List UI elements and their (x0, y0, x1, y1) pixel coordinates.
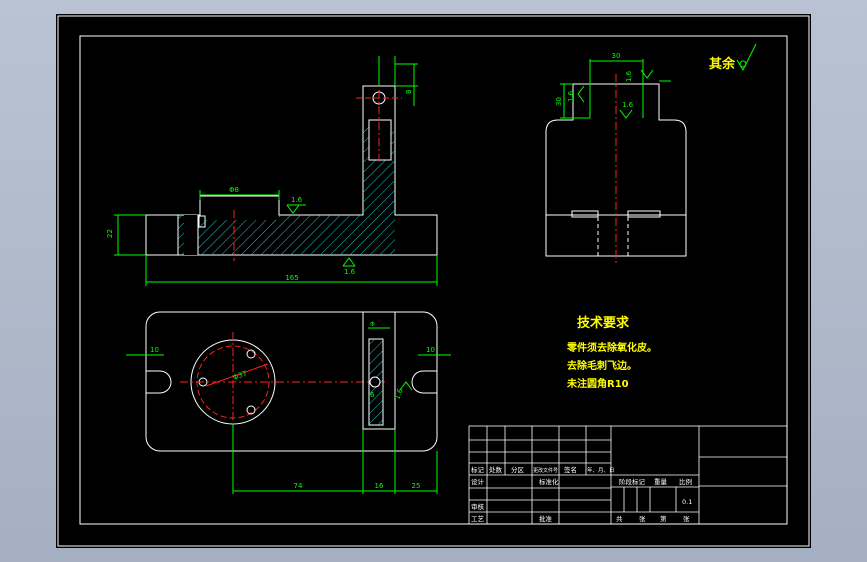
tech-requirements: 技术要求 零件须去除氧化皮。 去除毛刺飞边。 未注圆角R10 (566, 315, 657, 390)
tb-standard: 标准化 (539, 477, 559, 486)
dim-6: 6 (370, 391, 375, 399)
dim-side-width: 30 (612, 52, 621, 60)
roughness-value-2: 1.6 (344, 268, 356, 276)
surface-note-text: 其余 (709, 56, 736, 72)
side-roughness-a: 1.6 (567, 90, 575, 102)
dim-plan-slot: 10 (150, 346, 159, 354)
tb-weight: 重量 (654, 478, 668, 486)
drawing-sheet: Φ8 1.6 22 165 1.6 8 30 30 1.6 1.6 1.6 其余… (57, 15, 810, 547)
side-roughness-b: 1.6 (625, 70, 633, 82)
roughness-value: 1.6 (291, 196, 303, 204)
side-view: 30 30 1.6 1.6 1.6 (545, 52, 687, 266)
tb-mark: 标记 (471, 465, 485, 474)
dim-16: 16 (375, 482, 384, 490)
dim-plan-slot-r: 10 (426, 346, 435, 354)
cad-drawing-viewport[interactable]: Φ8 1.6 22 165 1.6 8 30 30 1.6 1.6 1.6 其余… (56, 14, 811, 548)
tb-sign: 签名 (564, 465, 577, 474)
tb-review: 审核 (471, 502, 485, 511)
title-block-text: 标记 处数 分区 更改文件号 签名 年、月、日 设计 标准化 阶段标记 重量 比… (471, 465, 692, 523)
dim-slot: 8 (405, 90, 413, 94)
dim-25: 25 (412, 482, 421, 490)
outer-border (57, 15, 810, 547)
tb-scale-value: 0.1 (682, 498, 692, 506)
tb-approve: 批准 (539, 514, 553, 523)
dim-height: 22 (106, 229, 114, 238)
section-hatch (178, 124, 395, 255)
tb-process: 工艺 (471, 515, 485, 523)
tb-sheet: 张 (639, 514, 646, 523)
tech-req-title: 技术要求 (577, 315, 630, 331)
title-block (468, 425, 788, 525)
tb-count: 处数 (489, 465, 503, 474)
plan-view: Φ37 10 10 74 16 25 6 1.6 Φ (126, 311, 451, 494)
dim-circle: Φ37 (232, 369, 248, 381)
tb-sheet-no: 第 (660, 514, 667, 523)
tb-total: 共 (616, 514, 623, 523)
surface-finish-note: 其余 (709, 43, 757, 72)
tb-scale-label: 比例 (679, 477, 692, 486)
tech-req-line-2: 去除毛刺飞边。 (567, 359, 637, 372)
dim-pcd: Φ (370, 321, 375, 328)
tech-req-line-1: 零件须去除氧化皮。 (566, 341, 657, 354)
front-view: Φ8 1.6 22 165 1.6 8 (106, 56, 438, 286)
tech-req-line-3: 未注圆角R10 (566, 377, 629, 390)
tb-zone: 分区 (511, 465, 525, 474)
tb-change-doc: 更改文件号 (533, 467, 558, 474)
side-roughness-c: 1.6 (622, 101, 634, 109)
dim-74: 74 (294, 482, 303, 490)
dim-length: 165 (285, 274, 298, 282)
tb-stage-mark: 阶段标记 (619, 477, 646, 486)
tb-date: 年、月、日 (587, 466, 615, 474)
dim-side-height: 30 (555, 97, 563, 106)
dim-hole-diameter: Φ8 (229, 186, 239, 194)
tb-sheet-2: 张 (683, 514, 690, 523)
tb-design: 设计 (471, 477, 485, 486)
